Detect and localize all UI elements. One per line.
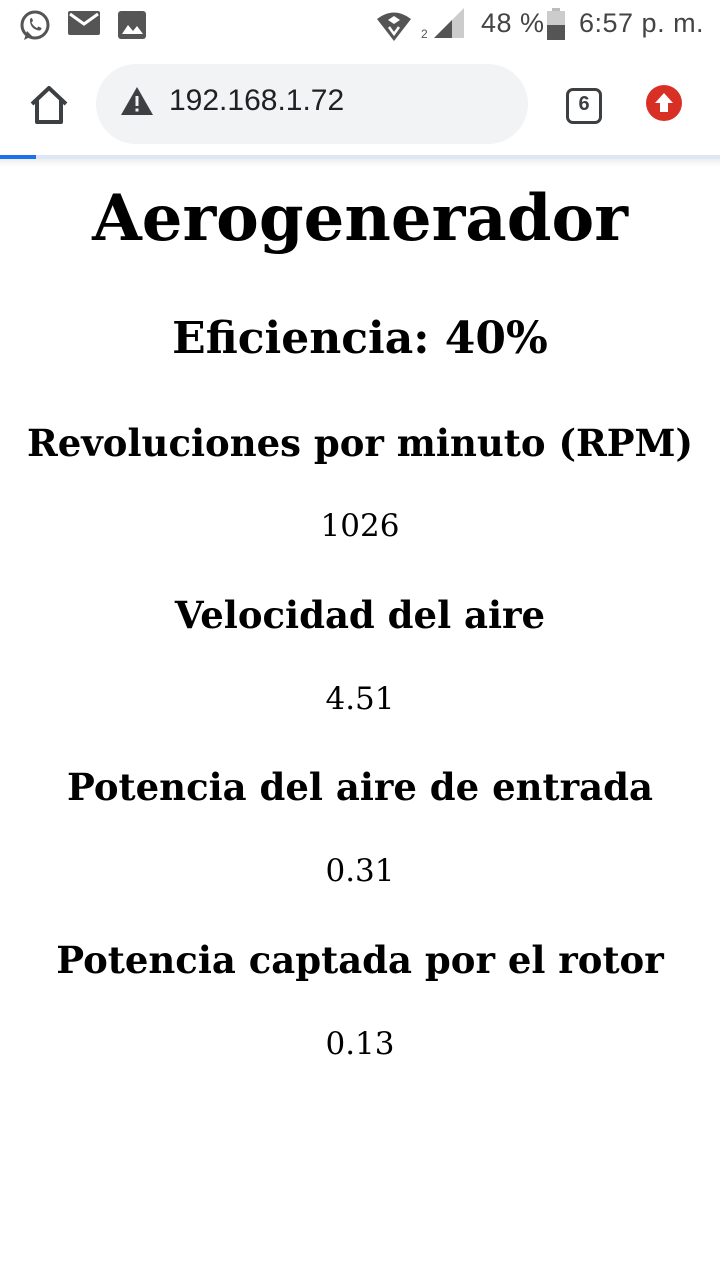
mail-icon bbox=[68, 11, 100, 42]
signal-icon bbox=[434, 8, 466, 43]
image-icon bbox=[118, 11, 146, 44]
url-bar[interactable]: 192.168.1.72 bbox=[96, 64, 528, 144]
url-text[interactable]: 192.168.1.72 bbox=[169, 84, 344, 118]
home-icon bbox=[26, 86, 72, 130]
rpm-value: 1026 bbox=[320, 508, 400, 544]
wifi-icon bbox=[376, 10, 412, 47]
sim-slot-label: 2 bbox=[421, 27, 428, 41]
rotor-power-value: 0.13 bbox=[325, 1026, 395, 1062]
battery-percent: 48 % bbox=[481, 8, 545, 38]
efficiency-heading: Eficiencia: 40% bbox=[172, 313, 548, 364]
status-bar: 2 48 % 6:57 p. m. bbox=[0, 0, 720, 50]
toolbar-divider bbox=[0, 159, 720, 167]
whatsapp-icon bbox=[18, 9, 52, 48]
tab-count: 6 bbox=[578, 93, 590, 115]
input-air-power-label: Potencia del aire de entrada bbox=[67, 765, 653, 809]
rotor-power-label: Potencia captada por el rotor bbox=[56, 938, 664, 982]
rpm-label: Revoluciones por minuto (RPM) bbox=[27, 421, 693, 465]
warning-icon[interactable] bbox=[120, 86, 154, 120]
update-icon bbox=[646, 93, 682, 125]
battery-icon bbox=[546, 8, 566, 45]
wind-speed-value: 4.51 bbox=[325, 681, 395, 717]
home-button[interactable] bbox=[26, 84, 72, 126]
input-air-power-value: 0.31 bbox=[325, 853, 395, 889]
wind-speed-label: Velocidad del aire bbox=[174, 593, 546, 637]
browser-toolbar: 192.168.1.72 6 bbox=[0, 50, 720, 156]
tabs-button[interactable]: 6 bbox=[566, 88, 602, 124]
update-button[interactable] bbox=[646, 85, 682, 121]
clock: 6:57 p. m. bbox=[579, 8, 705, 38]
page-title: Aerogenerador bbox=[92, 181, 628, 256]
